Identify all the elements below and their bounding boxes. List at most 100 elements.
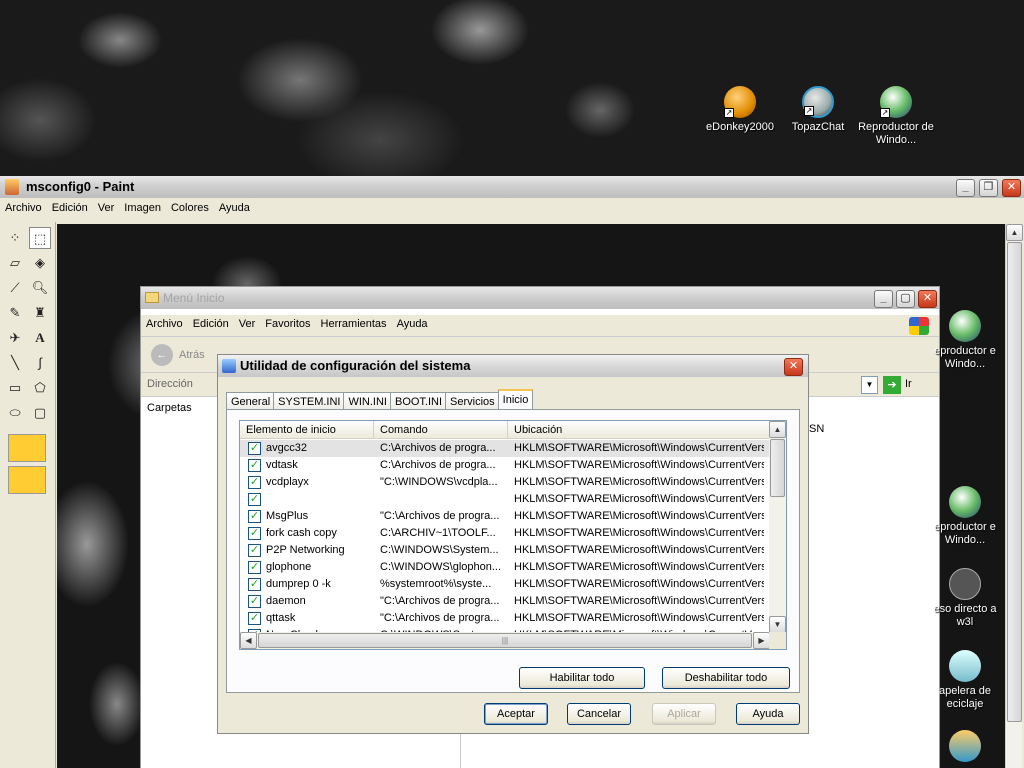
startup-command: C:\Archivos de progra...	[380, 442, 496, 454]
explorer-title-bar: Menú Inicio _ ▢ ✕	[141, 287, 939, 309]
close-button[interactable]: ✕	[1002, 179, 1021, 197]
fill-bucket-icon[interactable]: ◈	[29, 252, 51, 274]
canvas-recycle-icon: apelera de eciclaje	[925, 650, 1005, 711]
startup-checkbox: ✓	[248, 442, 261, 455]
startup-name: vcdplayx	[266, 476, 309, 488]
startup-name: daemon	[266, 595, 306, 607]
minimize-button[interactable]: _	[956, 179, 975, 197]
airbrush-icon[interactable]: ✈	[4, 327, 26, 349]
rect-select-icon[interactable]: ⬚	[29, 227, 51, 249]
paint-canvas[interactable]: Menú Inicio _ ▢ ✕ Archivo Edición Ver Favor…	[57, 224, 1005, 768]
explorer-menu-ver: Ver	[238, 318, 256, 330]
ellipse-icon[interactable]: ⬭	[4, 402, 26, 424]
startup-checkbox: ✓	[248, 510, 261, 523]
startup-location: HKLM\SOFTWARE\Microsoft\Windows\CurrentV…	[514, 595, 764, 607]
menu-imagen[interactable]: Imagen	[119, 199, 166, 217]
msconfig-close-icon: ✕	[784, 358, 803, 376]
startup-command: %systemroot%\syste...	[380, 578, 492, 590]
media-player-icon: ↗	[880, 86, 912, 118]
canvas-media-player-label-2: eproductor e Windo...	[934, 521, 996, 546]
explorer-menu-herramientas: Herramientas	[320, 318, 387, 330]
recycle-bin-icon	[949, 650, 981, 682]
color-picker-icon[interactable]: ⟋	[4, 277, 26, 299]
scroll-up-icon[interactable]: ▲	[1006, 224, 1023, 241]
canvas-media-player-icon-1: eproductor e Windo...	[925, 310, 1005, 371]
rounded-rect-icon[interactable]: ▢	[29, 402, 51, 424]
curve-icon[interactable]: ∫	[29, 352, 51, 374]
list-scroll-corner	[769, 632, 786, 649]
scroll-thumb[interactable]	[1007, 242, 1022, 722]
startup-location: HKLM\SOFTWARE\Microsoft\Windows\CurrentV…	[514, 527, 764, 539]
startup-row: ✓ vcdplayx "C:\WINDOWS\vcdpla... HKLM\SOFTW…	[240, 474, 770, 491]
address-label: Dirección	[147, 378, 193, 390]
startup-location: HKLM\SOFTWARE\Microsoft\Windows\CurrentV…	[514, 544, 764, 556]
canvas-w3l-label: eso directo a w3l	[933, 603, 997, 628]
startup-row: ✓ P2P Networking C:\WINDOWS\System... HKLM\…	[240, 542, 770, 559]
startup-row: ✓ daemon "C:\Archivos de progra... HKLM\SOF…	[240, 593, 770, 610]
startup-row: ✓ dumprep 0 -k %systemroot%\syste... HKLM\S…	[240, 576, 770, 593]
line-icon[interactable]: ╲	[4, 352, 26, 374]
startup-location: HKLM\SOFTWARE\Microsoft\Windows\CurrentV…	[514, 510, 764, 522]
menu-archivo[interactable]: Archivo	[0, 199, 47, 217]
opaque-option-icon[interactable]	[8, 434, 46, 462]
edonkey-desktop-icon[interactable]: ↗ eDonkey2000	[700, 86, 780, 134]
explorer-maximize-icon: ▢	[896, 290, 915, 308]
paint-toolbox: ⁘ ⬚ ▱ ◈ ⟋ 🔍︎ ✎ ♜ ✈ A ╲ ∫ ▭ ⬠ ⬭ ▢	[0, 222, 56, 768]
startup-location: HKLM\SOFTWARE\Microsoft\Windows\CurrentV…	[514, 561, 764, 573]
startup-command: "C:\Archivos de progra...	[380, 510, 500, 522]
pencil-icon[interactable]: ✎	[4, 302, 26, 324]
ok-button: Aceptar	[484, 703, 548, 725]
media-player-label: Reproductor de Windo...	[858, 121, 934, 146]
topazchat-label: TopazChat	[791, 121, 845, 133]
polygon-icon[interactable]: ⬠	[29, 377, 51, 399]
startup-name: vdtask	[266, 459, 298, 471]
brush-icon[interactable]: ♜	[29, 302, 51, 324]
canvas-w3l-shortcut-icon	[949, 568, 981, 600]
startup-name: MsgPlus	[266, 510, 309, 522]
startup-checkbox: ✓	[248, 578, 261, 591]
startup-location: HKLM\SOFTWARE\Microsoft\Windows\CurrentV…	[514, 459, 764, 471]
folders-label: Carpetas	[147, 402, 192, 414]
text-tool-icon[interactable]: A	[29, 327, 51, 349]
misc-shortcut-icon	[949, 730, 981, 762]
free-select-icon[interactable]: ⁘	[4, 227, 26, 249]
startup-checkbox: ✓	[248, 595, 261, 608]
edonkey-icon: ↗	[724, 86, 756, 118]
col-ubicacion: Ubicación	[514, 424, 563, 436]
topazchat-desktop-icon[interactable]: ↗ TopazChat	[778, 86, 858, 134]
startup-row: ✓ glophone C:\WINDOWS\glophon... HKLM\SOFTW…	[240, 559, 770, 576]
topazchat-icon: ↗	[802, 86, 834, 118]
paint-title-bar[interactable]: msconfig0 - Paint _ ❐ ✕	[0, 176, 1024, 198]
startup-checkbox: ✓	[248, 612, 261, 625]
restore-button[interactable]: ❐	[979, 179, 998, 197]
msconfig-tabs: General SYSTEM.INI WIN.INI BOOT.INI Servicio…	[226, 389, 534, 411]
menu-colores[interactable]: Colores	[166, 199, 214, 217]
startup-location: HKLM\SOFTWARE\Microsoft\Windows\CurrentV…	[514, 493, 764, 505]
explorer-menu-ayuda: Ayuda	[396, 318, 428, 330]
back-arrow-icon: ←	[151, 344, 173, 366]
transparent-option-icon[interactable]	[8, 466, 46, 494]
menu-ayuda[interactable]: Ayuda	[214, 199, 255, 217]
enable-all-button: Habilitar todo	[519, 667, 645, 689]
magnifier-icon[interactable]: 🔍︎	[29, 277, 51, 299]
startup-location: HKLM\SOFTWARE\Microsoft\Windows\CurrentV…	[514, 476, 764, 488]
eraser-icon[interactable]: ▱	[4, 252, 26, 274]
menu-ver[interactable]: Ver	[93, 199, 120, 217]
list-horizontal-scrollbar: ◀ ||| ▶	[240, 632, 770, 649]
startup-checkbox: ✓	[248, 459, 261, 472]
paint-vertical-scrollbar[interactable]: ▲	[1005, 224, 1023, 768]
startup-command: C:\WINDOWS\glophon...	[380, 561, 502, 573]
menu-edicion[interactable]: Edición	[47, 199, 93, 217]
startup-checkbox: ✓	[248, 561, 261, 574]
startup-command: "C:\Archivos de progra...	[380, 612, 500, 624]
startup-checkbox: ✓	[248, 544, 261, 557]
canvas-media-player-2-icon	[949, 486, 981, 518]
startup-command: "C:\WINDOWS\vcdpla...	[380, 476, 498, 488]
canvas-w3l-icon: eso directo a w3l	[925, 568, 1005, 629]
rectangle-icon[interactable]: ▭	[4, 377, 26, 399]
msconfig-title: Utilidad de configuración del sistema	[240, 358, 471, 373]
media-player-desktop-icon[interactable]: ↗ Reproductor de Windo...	[856, 86, 936, 147]
startup-checkbox: ✓	[248, 476, 261, 489]
paint-app-icon	[5, 179, 19, 195]
paint-window: msconfig0 - Paint _ ❐ ✕ Archivo Edición Ve…	[0, 176, 1024, 768]
